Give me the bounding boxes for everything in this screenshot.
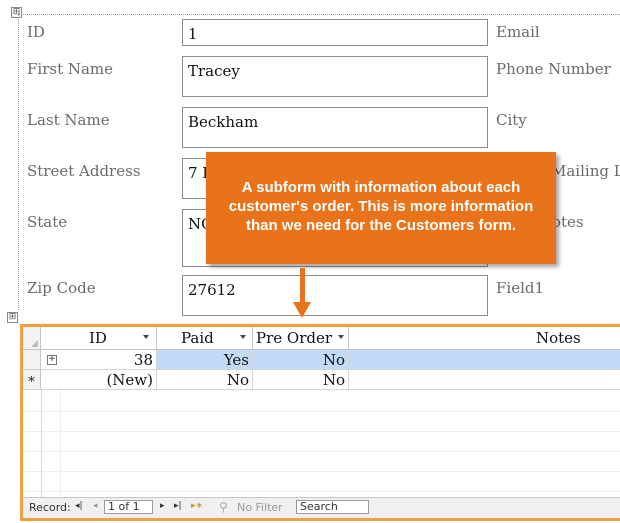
previous-record-icon[interactable]: ◂	[93, 501, 98, 511]
id-field[interactable]: 1	[182, 19, 488, 46]
zip-code-field[interactable]: 27612	[182, 275, 488, 316]
column-paid-dropdown-icon[interactable]	[240, 335, 246, 339]
label-state: State	[27, 213, 68, 231]
callout-arrow-down-icon	[293, 302, 311, 318]
grid-line	[23, 471, 620, 472]
cell-paid[interactable]: No	[157, 370, 253, 390]
search-input[interactable]: Search	[296, 500, 369, 514]
column-header-pre-order[interactable]: Pre Order	[253, 327, 349, 349]
label-mailing-list: Mailing Li	[551, 162, 620, 180]
subform-move-handle-icon[interactable]: ⊞	[7, 312, 18, 323]
grid-line	[23, 491, 620, 492]
no-filter-button[interactable]: No Filter	[237, 501, 283, 514]
label-street-address: Street Address	[27, 162, 141, 180]
last-name-field[interactable]: Beckham	[182, 107, 488, 148]
datasheet-header: ID Paid Pre Order Notes	[23, 327, 620, 350]
first-name-field[interactable]: Tracey	[182, 56, 488, 97]
select-all-corner[interactable]	[23, 327, 41, 349]
table-row[interactable]: + 38 Yes No	[23, 350, 620, 370]
label-first-name: First Name	[27, 60, 114, 78]
column-id-dropdown-icon[interactable]	[143, 335, 149, 339]
label-zip-code: Zip Code	[27, 279, 96, 297]
new-record-icon[interactable]: ▸∗	[191, 501, 203, 511]
form-border-left	[18, 14, 19, 310]
label-id: ID	[27, 23, 45, 41]
cell-id-value: 38	[133, 351, 153, 369]
column-header-id[interactable]: ID	[41, 327, 157, 349]
grid-line	[60, 390, 61, 500]
expand-subdatasheet-icon[interactable]: +	[47, 355, 57, 365]
first-record-icon[interactable]: ◂|	[75, 501, 83, 511]
cell-id[interactable]: (New)	[41, 370, 157, 390]
filter-funnel-icon: ⚲	[219, 500, 228, 514]
cell-notes[interactable]	[349, 370, 620, 390]
grid-line	[23, 411, 620, 412]
form-border-top	[18, 14, 620, 15]
cell-pre-order[interactable]: No	[253, 350, 349, 370]
label-field1: Field1	[496, 279, 545, 297]
record-label: Record:	[29, 501, 71, 514]
cell-paid[interactable]: Yes	[157, 350, 253, 370]
annotation-callout: A subform with information about each cu…	[206, 152, 556, 264]
column-header-id-label: ID	[89, 329, 107, 347]
column-header-pre-order-label: Pre Order	[256, 329, 333, 347]
column-header-notes-label: Notes	[536, 329, 581, 347]
cell-pre-order[interactable]: No	[253, 370, 349, 390]
label-phone-number: Phone Number	[496, 60, 611, 78]
grid-line	[23, 431, 620, 432]
record-navigation-bar: Record: ◂| ◂ 1 of 1 ▸ ▸| ▸∗ ⚲ No Filter …	[23, 497, 620, 518]
new-record-marker-icon[interactable]: ∗	[23, 370, 41, 390]
grid-line	[23, 451, 620, 452]
form-move-handle-icon[interactable]: ⊞	[11, 7, 22, 18]
column-header-paid-label: Paid	[181, 329, 214, 347]
column-header-notes[interactable]: Notes	[349, 327, 620, 349]
last-record-icon[interactable]: ▸|	[174, 501, 182, 511]
label-email: Email	[496, 23, 540, 41]
cell-id[interactable]: + 38	[41, 350, 157, 370]
label-notes: otes	[552, 213, 584, 231]
column-header-paid[interactable]: Paid	[157, 327, 253, 349]
table-row-new[interactable]: ∗ (New) No No	[23, 370, 620, 390]
column-pre-order-dropdown-icon[interactable]	[338, 335, 344, 339]
record-selector[interactable]	[23, 350, 41, 370]
current-record-box[interactable]: 1 of 1	[104, 500, 153, 514]
label-last-name: Last Name	[27, 111, 110, 129]
callout-arrow-shaft	[300, 268, 305, 304]
next-record-icon[interactable]: ▸	[160, 501, 165, 511]
grid-line	[41, 390, 42, 500]
orders-subform[interactable]: ID Paid Pre Order Notes + 38 Yes No ∗ (N…	[20, 324, 620, 521]
label-city: City	[496, 111, 527, 129]
cell-notes[interactable]	[349, 350, 620, 370]
